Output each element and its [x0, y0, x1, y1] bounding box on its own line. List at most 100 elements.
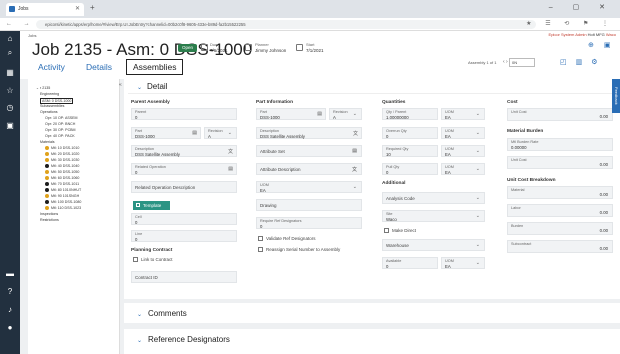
- available-field[interactable]: Available 0: [382, 257, 438, 269]
- comments-title: Comments: [148, 309, 187, 318]
- drawing-field[interactable]: Drawing: [256, 199, 362, 211]
- required-qty-field[interactable]: Required Qty 10: [382, 145, 438, 157]
- pull-uom-select[interactable]: UOM EA: [441, 163, 485, 175]
- qty-uom-select[interactable]: UOM EA: [441, 108, 485, 120]
- history-icon[interactable]: ◷: [5, 103, 15, 113]
- tree-item[interactable]: Opr: 20 OP: BNCH: [45, 122, 75, 126]
- tree-item[interactable]: Opr: 10 OP: ASSEM: [45, 116, 78, 120]
- tab-details[interactable]: Details: [86, 62, 112, 72]
- cell-field[interactable]: Cell 0: [131, 213, 237, 225]
- parent-value: 0: [135, 114, 138, 120]
- attribute-set-label: Attribute Set: [260, 149, 285, 154]
- tab-activity[interactable]: Activity: [38, 62, 65, 72]
- extension-icons[interactable]: ★ ☰ ⟲ ⚑ ⋮: [526, 20, 614, 27]
- comments-card[interactable]: ⌄ Comments: [124, 303, 620, 323]
- tree-item[interactable]: Mtl: 10 DSS-1010: [45, 146, 79, 151]
- tree-item[interactable]: Mtl: 80 101XNHUT: [45, 188, 81, 193]
- description-field[interactable]: Description DSS Satellite Assembly 文: [131, 145, 237, 157]
- collapse-tree-icon[interactable]: «: [119, 82, 122, 88]
- tree-item[interactable]: Engineering: [40, 92, 59, 96]
- tree-root[interactable]: ⌄ ▪ 2135: [36, 86, 50, 90]
- operation-search-icon[interactable]: ▤: [228, 166, 233, 172]
- revision-select[interactable]: Revision A: [204, 127, 237, 139]
- assembly-nav-arrows[interactable]: ‹ ›: [503, 59, 508, 65]
- required-uom-select[interactable]: UOM EA: [441, 145, 485, 157]
- tree-item[interactable]: Opr: 40 OP: PACK: [45, 134, 75, 138]
- translate-icon[interactable]: 文: [353, 130, 358, 137]
- tree-item[interactable]: Inspections: [40, 212, 58, 216]
- tree-item[interactable]: Operations: [40, 110, 58, 114]
- line-field[interactable]: Line 0: [131, 230, 237, 242]
- validate-ref-checkbox[interactable]: Validate Ref Designators: [258, 236, 315, 242]
- chat-icon[interactable]: ▬: [5, 269, 15, 279]
- overrun-qty-field[interactable]: Overrun Qty 0: [382, 127, 438, 139]
- tree-item[interactable]: Mtl: 90 101SNGH: [45, 194, 79, 199]
- tree-item[interactable]: Restrictions: [40, 218, 59, 222]
- pi-description-field[interactable]: Description DSS Satellite Assembly 文: [256, 127, 362, 139]
- parent-field[interactable]: Parent 0: [131, 108, 237, 120]
- checkbox-icon: [133, 257, 138, 263]
- contract-id-field[interactable]: Contract ID: [131, 271, 237, 283]
- tree-item[interactable]: Mtl: 40 DSS-1040: [45, 164, 79, 169]
- link-to-contract-checkbox[interactable]: Link to Contract: [133, 257, 173, 263]
- pi-revision-select[interactable]: Revision A: [329, 108, 362, 120]
- overrun-uom-select[interactable]: UOM EA: [441, 127, 485, 139]
- require-ref-designators-field[interactable]: Require Ref Designators 0: [256, 217, 362, 229]
- tree-item[interactable]: Subassemblies: [40, 104, 64, 108]
- user-context[interactable]: Epicor System Admin Holt MFG Waco: [549, 32, 616, 37]
- tree-item[interactable]: Mtl: 50 DSS-1050: [45, 170, 79, 175]
- new-tab-icon[interactable]: +: [90, 3, 95, 12]
- attribute-search-icon[interactable]: ▤: [352, 148, 357, 154]
- mtl-burden-rate-field[interactable]: Mtl Burden Rate 0.00000: [507, 138, 613, 151]
- detail-header[interactable]: ⌄ Detail: [128, 79, 618, 94]
- warehouse-select[interactable]: Warehouse: [382, 239, 485, 251]
- reference-designators-card[interactable]: ⌄ Reference Designators: [124, 329, 620, 354]
- tree-item[interactable]: Materials: [40, 140, 55, 144]
- reassign-serial-checkbox[interactable]: Reassign Serial Number to Assembly: [258, 247, 340, 253]
- tree-item[interactable]: Mtl: 70 DSS-1011: [45, 182, 79, 187]
- pi-part-field[interactable]: Part DSS-1000 ▤: [256, 108, 326, 120]
- template-checkbox[interactable]: Template: [133, 201, 170, 210]
- attribute-set-field[interactable]: Attribute Set ▤: [256, 145, 362, 157]
- help-icon[interactable]: ?: [5, 287, 15, 297]
- pull-qty-field[interactable]: Pull Qty 0: [382, 163, 438, 175]
- analysis-code-select[interactable]: Analysis Code: [382, 192, 485, 204]
- notifications-icon[interactable]: ♪: [5, 305, 15, 315]
- home-icon[interactable]: ⌂: [5, 34, 15, 44]
- available-uom-select[interactable]: UOM EA: [441, 257, 485, 269]
- related-operation-description[interactable]: Related Operation Description: [131, 181, 237, 193]
- assembly-select[interactable]: 0N: [509, 58, 535, 67]
- user-icon[interactable]: ●: [5, 323, 15, 333]
- tree-item[interactable]: Mtl: 30 DSS-1030: [45, 158, 79, 163]
- feedback-tab[interactable]: Feedback: [612, 79, 620, 113]
- tree-item[interactable]: Mtl: 100 DSS-1080: [45, 200, 81, 205]
- make-direct-checkbox[interactable]: Make Direct: [384, 228, 416, 234]
- attribute-description-field[interactable]: Attribute Description 文: [256, 163, 362, 175]
- apps-grid-icon[interactable]: ▦: [5, 68, 15, 78]
- translate-icon[interactable]: 文: [228, 148, 233, 155]
- window-controls[interactable]: – ▢ ✕: [549, 3, 614, 11]
- tree-item[interactable]: Mtl: 110 DSS-1023: [45, 206, 81, 211]
- close-tab-icon[interactable]: ✕: [75, 5, 80, 12]
- header-action-icons[interactable]: ◰▥⚙: [560, 58, 607, 66]
- tree-item[interactable]: Mtl: 60 DSS-1060: [45, 176, 79, 181]
- search-icon[interactable]: ⌕: [5, 48, 15, 58]
- part-search-icon[interactable]: ▤: [192, 130, 197, 136]
- translate-icon[interactable]: 文: [352, 166, 357, 173]
- tree-item[interactable]: Opr: 30 OP: PCBM: [45, 128, 76, 132]
- dashboard-icon[interactable]: ▣: [5, 121, 15, 131]
- breadcrumb[interactable]: Jobs: [28, 33, 36, 38]
- pi-uom-select[interactable]: UOM EA: [256, 181, 362, 193]
- add-save-icons[interactable]: ⊕▣: [588, 41, 620, 49]
- site-select[interactable]: Site Waco: [382, 210, 485, 222]
- qty-parent-field[interactable]: Qty / Parent 1.00000000: [382, 108, 438, 120]
- part-field[interactable]: Part DSS-1000 ▤: [131, 127, 201, 139]
- tab-assemblies[interactable]: Assemblies: [126, 59, 184, 75]
- part-search-icon[interactable]: ▤: [317, 111, 322, 117]
- url-field[interactable]: epicorsi/kinetic/apps/erp/home/#/view/Er…: [36, 20, 536, 29]
- tree-item[interactable]: Mtl: 20 DSS-1020: [45, 152, 79, 157]
- pi-uom-label: UOM: [260, 183, 269, 187]
- browser-tab[interactable]: Jobs ✕: [6, 3, 84, 16]
- related-operation-field[interactable]: Related Operation 0 ▤: [131, 163, 237, 175]
- favorites-icon[interactable]: ☆: [5, 86, 15, 96]
